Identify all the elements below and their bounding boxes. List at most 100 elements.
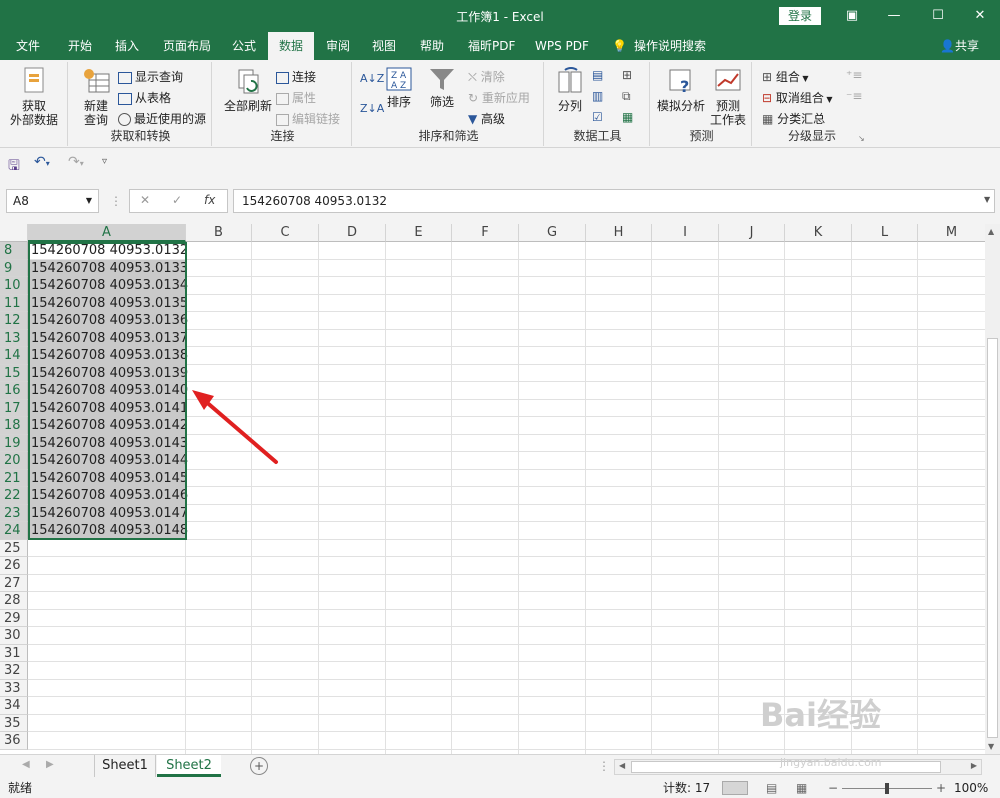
tab-file[interactable]: 文件 [10,32,46,60]
advanced-button[interactable]: ▼ 高级 [468,110,505,127]
row-header[interactable]: 30 [0,627,28,645]
row-header[interactable]: 9 [0,259,28,277]
row-header[interactable]: 27 [0,574,28,592]
clear-button[interactable]: ⛌ 清除 [468,68,505,85]
column-header-f[interactable]: F [452,224,519,242]
zoom-slider-thumb[interactable] [885,783,889,794]
cell-a[interactable] [28,715,186,733]
tab-help[interactable]: 帮助 [414,32,450,60]
row-header[interactable]: 36 [0,732,28,750]
group-button[interactable]: ⊞ 组合 ▼ [762,68,809,85]
column-header-m[interactable]: M [918,224,985,242]
row-header[interactable]: 28 [0,592,28,610]
close-icon[interactable]: ✕ [970,6,990,26]
scroll-right-icon[interactable]: ▶ [971,761,977,770]
get-external-data-button[interactable]: 获取 外部数据 [6,66,62,127]
tab-review[interactable]: 审阅 [320,32,356,60]
scroll-left-icon[interactable]: ◀ [619,761,625,770]
dialog-launcher-icon[interactable]: ↘ [858,134,865,143]
cell-a[interactable] [28,575,186,593]
prev-sheet-icon[interactable]: ◀ [22,759,30,770]
page-layout-view-icon[interactable]: ▤ [766,778,777,798]
name-box[interactable]: A8 ▼ [6,189,99,213]
data-validation-icon[interactable]: ☑ [592,110,603,124]
row-header[interactable]: 23 [0,504,28,522]
scroll-up-icon[interactable]: ▲ [988,227,994,236]
row-header[interactable]: 34 [0,697,28,715]
ribbon-display-icon[interactable]: ▣ [842,6,862,26]
redo-icon[interactable]: ↷▾ [68,154,84,170]
expand-formula-icon[interactable]: ▼ [984,195,990,204]
tab-home[interactable]: 开始 [62,32,98,60]
cell-a[interactable] [28,697,186,715]
sheet-tab-sheet2[interactable]: Sheet2 [157,755,221,777]
cell-a[interactable] [28,540,186,558]
row-header[interactable]: 25 [0,539,28,557]
row-header[interactable]: 17 [0,399,28,417]
row-header[interactable]: 15 [0,364,28,382]
from-table-button[interactable]: 从表格 [118,89,171,106]
row-header[interactable]: 14 [0,347,28,365]
row-header[interactable]: 29 [0,609,28,627]
vertical-scrollbar[interactable]: ▲ ▼ [985,224,1000,754]
new-query-button[interactable]: 新建 查询 [76,66,116,127]
remove-duplicates-icon[interactable]: ▥ [592,89,603,103]
column-header-h[interactable]: H [586,224,652,242]
consolidate-icon[interactable]: ⊞ [622,68,632,82]
what-if-button[interactable]: ? 模拟分析 [656,66,706,113]
zoom-out-icon[interactable]: − [828,778,838,798]
row-header[interactable]: 31 [0,644,28,662]
connections-button[interactable]: 连接 [276,68,316,85]
show-detail-icon[interactable]: ⁺≡ [846,68,862,82]
row-header[interactable]: 10 [0,277,28,295]
tab-data[interactable]: 数据 [268,32,314,60]
text-to-columns-button[interactable]: 分列 [552,66,588,113]
row-header[interactable]: 32 [0,662,28,680]
properties-button[interactable]: 属性 [276,89,316,106]
formula-input[interactable]: 154260708 40953.0132 [233,189,995,213]
show-queries-button[interactable]: 显示查询 [118,68,183,85]
reapply-button[interactable]: ↻ 重新应用 [468,89,530,106]
row-header[interactable]: 11 [0,294,28,312]
tab-wps-pdf[interactable]: WPS PDF [529,32,595,60]
zoom-level[interactable]: 100% [954,778,988,798]
relationships-icon[interactable]: ⧉ [622,89,631,104]
sheet-tab-sheet1[interactable]: Sheet1 [94,755,156,777]
cell-a[interactable] [28,627,186,645]
cell-a[interactable] [28,732,186,750]
recent-sources-button[interactable]: 最近使用的源 [118,110,206,127]
data-model-icon[interactable]: ▦ [622,110,633,124]
tab-foxit-pdf[interactable]: 福昕PDF [462,32,521,60]
save-icon[interactable]: 🖫 [8,155,20,179]
row-header[interactable]: 13 [0,329,28,347]
cell-a[interactable] [28,557,186,575]
row-header[interactable]: 19 [0,434,28,452]
zoom-in-icon[interactable]: + [936,778,946,798]
cell-a[interactable] [28,592,186,610]
row-header[interactable]: 33 [0,679,28,697]
subtotal-button[interactable]: ▦ 分类汇总 [762,110,825,127]
share-button[interactable]: 👤共享 [934,32,985,60]
normal-view-icon[interactable] [722,781,748,795]
row-header[interactable]: 24 [0,522,28,540]
sort-button[interactable]: Z AA Z 排序 [384,66,414,109]
refresh-all-button[interactable]: 全部刷新 [220,66,276,113]
cell-a[interactable] [28,610,186,628]
column-header-a[interactable]: A [28,224,186,242]
row-header[interactable]: 26 [0,557,28,575]
worksheet-grid[interactable]: ABCDEFGHIJKLM 8 154260708 40953.0132 9 1542… [0,224,985,754]
column-header-e[interactable]: E [386,224,452,242]
row-header[interactable]: 8 [0,242,28,260]
cell-a[interactable] [28,680,186,698]
minimize-icon[interactable]: — [884,6,904,26]
page-break-view-icon[interactable]: ▦ [796,778,807,798]
row-header[interactable]: 20 [0,452,28,470]
tab-view[interactable]: 视图 [366,32,402,60]
hide-detail-icon[interactable]: ⁻≡ [846,89,862,103]
column-header-b[interactable]: B [186,224,252,242]
column-header-c[interactable]: C [252,224,319,242]
undo-icon[interactable]: ↶▾ [34,154,50,170]
cell-a[interactable] [28,645,186,663]
cell-a[interactable] [28,662,186,680]
scroll-down-icon[interactable]: ▼ [988,742,994,751]
